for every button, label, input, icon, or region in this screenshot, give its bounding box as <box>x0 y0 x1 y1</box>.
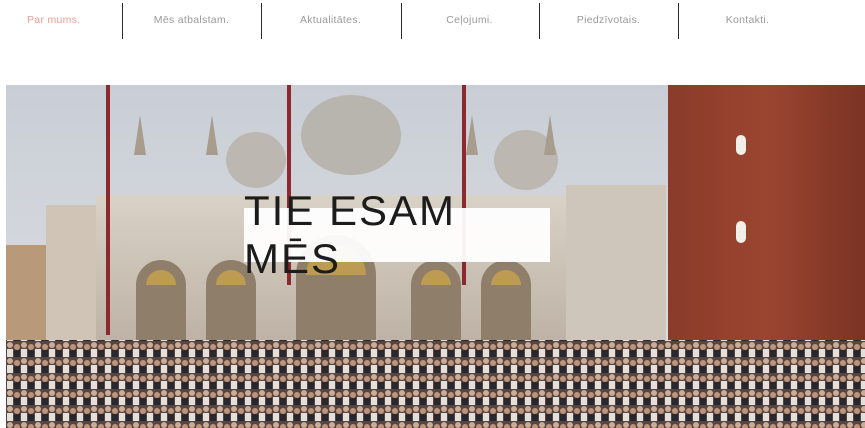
nav-label: Mēs atbalstam. <box>153 14 230 26</box>
nav-label: Par mums. <box>27 14 81 26</box>
nav-label: Kontakti. <box>725 14 770 26</box>
main-navigation: Par mums. Mēs atbalstam. Aktualitātes. C… <box>0 0 865 40</box>
nav-item-piedzivotais[interactable]: Piedzīvotais. <box>539 0 678 40</box>
nav-item-kontakti[interactable]: Kontakti. <box>678 0 817 40</box>
hero-title: TIE ESAM MĒS <box>244 187 550 282</box>
nav-divider <box>401 3 402 39</box>
nav-divider <box>122 3 123 39</box>
nav-divider <box>539 3 540 39</box>
nav-label: Ceļojumi. <box>446 14 493 26</box>
nav-divider <box>678 3 679 39</box>
nav-item-aktualitates[interactable]: Aktualitātes. <box>261 0 400 40</box>
nav-item-mes-atbalstam[interactable]: Mēs atbalstam. <box>122 0 261 40</box>
nav-label: Aktualitātes. <box>299 14 362 26</box>
nav-label: Piedzīvotais. <box>576 14 641 26</box>
nav-item-par-mums[interactable]: Par mums. <box>0 0 122 40</box>
hero-section: TIE ESAM MĒS <box>6 85 865 428</box>
nav-divider <box>261 3 262 39</box>
nav-item-celojumi[interactable]: Ceļojumi. <box>400 0 539 40</box>
